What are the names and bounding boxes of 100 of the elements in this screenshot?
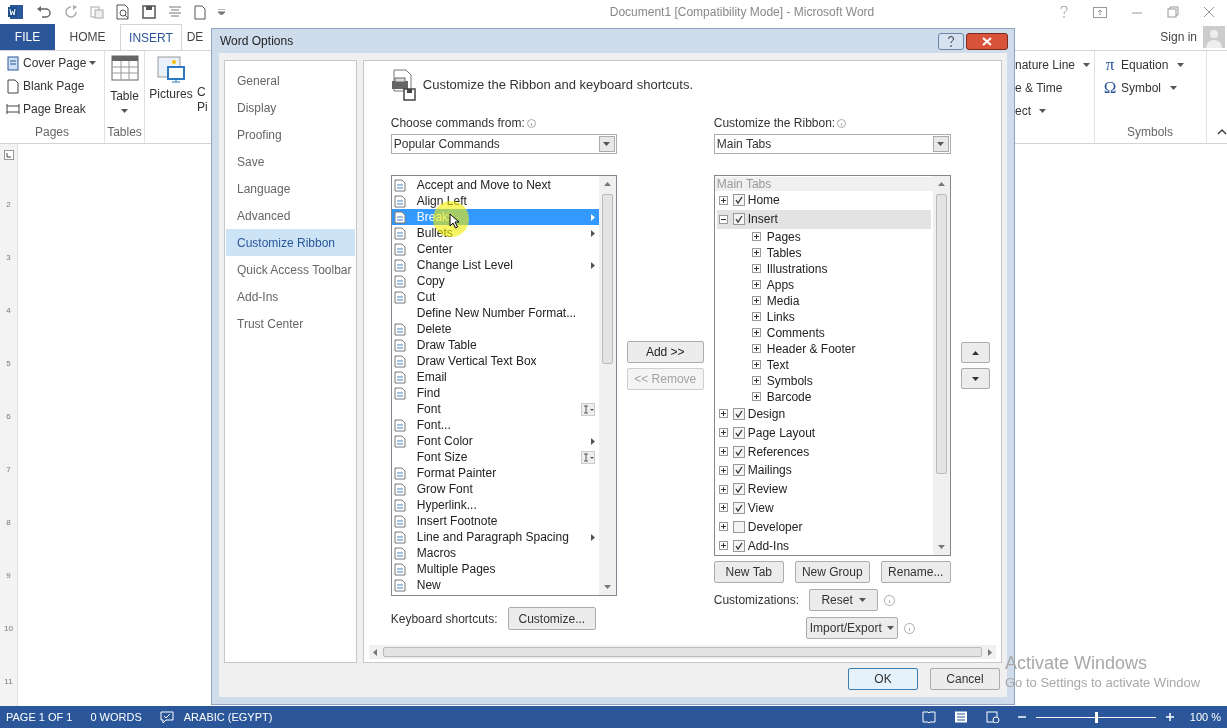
- tree-item[interactable]: View: [716, 498, 931, 518]
- scroll-up-icon[interactable]: [603, 182, 611, 186]
- scroll-right-icon[interactable]: [988, 648, 992, 656]
- tree-item[interactable]: Illustrations: [716, 260, 933, 277]
- tree-item[interactable]: Developer: [716, 517, 931, 537]
- ribbon-button-label[interactable]: nature Line: [1015, 56, 1076, 74]
- ruler-tab-icon[interactable]: [3, 150, 14, 160]
- zoom-out-icon[interactable]: [1017, 713, 1026, 721]
- zoom-level[interactable]: 100 %: [1189, 708, 1221, 726]
- expand-icon[interactable]: [718, 484, 728, 494]
- ribbon-tab[interactable]: DE: [182, 24, 208, 50]
- checkbox[interactable]: [732, 194, 745, 207]
- command-item[interactable]: Change List Level: [391, 257, 599, 273]
- move-up-button[interactable]: [960, 342, 990, 363]
- tree-item[interactable]: Tables: [716, 244, 933, 261]
- command-item[interactable]: Format Painter: [391, 465, 599, 481]
- cancel-button[interactable]: Cancel: [930, 668, 1000, 690]
- expand-icon[interactable]: [751, 264, 761, 274]
- scroll-thumb[interactable]: [382, 647, 982, 657]
- sign-in-link[interactable]: Sign in: [1160, 28, 1197, 46]
- tree-item[interactable]: References: [716, 442, 931, 461]
- command-item[interactable]: Cut: [391, 289, 599, 305]
- dropdown[interactable]: Main Tabs: [713, 134, 951, 154]
- sidebar-item[interactable]: Quick Access Toolbar: [226, 256, 355, 283]
- expand-icon[interactable]: [718, 541, 728, 551]
- checkbox[interactable]: [732, 445, 745, 458]
- sidebar-item[interactable]: Proofing: [226, 121, 355, 148]
- checkbox[interactable]: [732, 213, 745, 226]
- checkbox[interactable]: [732, 464, 745, 477]
- ribbon-button-label[interactable]: Equation: [1121, 56, 1169, 74]
- tree-item[interactable]: Barcode: [716, 388, 933, 405]
- scroll-down-icon[interactable]: [603, 585, 611, 589]
- collapse-ribbon-icon[interactable]: [1217, 129, 1227, 135]
- command-item[interactable]: Insert Footnote: [391, 513, 599, 529]
- ribbon-button-label[interactable]: C: [197, 85, 208, 100]
- ribbon-button-label[interactable]: Page Break: [23, 100, 86, 118]
- command-item[interactable]: Copy: [391, 273, 599, 289]
- tree-item[interactable]: Add-Ins: [716, 536, 931, 555]
- command-item[interactable]: Font: [391, 401, 599, 417]
- web-layout-icon[interactable]: [985, 711, 1000, 723]
- ribbon-button-label[interactable]: Cover Page: [23, 54, 87, 72]
- tree-item[interactable]: Home: [716, 191, 931, 210]
- tree-item[interactable]: Review: [716, 479, 931, 499]
- scrollbar[interactable]: [932, 176, 950, 555]
- page-count[interactable]: PAGE 1 OF 1: [6, 708, 73, 726]
- tree-item[interactable]: Page Layout: [716, 423, 931, 443]
- checkbox[interactable]: [732, 520, 745, 533]
- expand-icon[interactable]: [751, 392, 761, 402]
- scroll-up-icon[interactable]: [937, 182, 945, 186]
- checkbox[interactable]: [732, 408, 745, 420]
- expand-icon[interactable]: [718, 465, 728, 475]
- expand-icon[interactable]: [751, 248, 761, 258]
- checkbox[interactable]: [732, 501, 745, 514]
- ribbon-button-label[interactable]: Symbol: [1121, 79, 1161, 97]
- tree-item[interactable]: Mailings: [716, 461, 931, 480]
- sidebar-item[interactable]: Display: [226, 94, 355, 121]
- tree-item[interactable]: Apps: [716, 276, 933, 293]
- pictures-button[interactable]: Pictures: [149, 85, 193, 103]
- tree-item[interactable]: Text: [716, 356, 933, 373]
- close-button[interactable]: [966, 32, 1008, 50]
- scroll-left-icon[interactable]: [372, 648, 377, 656]
- expand-icon[interactable]: [751, 280, 761, 290]
- checkbox[interactable]: [732, 426, 745, 439]
- expand-icon[interactable]: [751, 296, 761, 306]
- add-button[interactable]: Add >>: [626, 341, 704, 363]
- sidebar-item[interactable]: General: [226, 67, 355, 94]
- command-item[interactable]: Line and Paragraph Spacing: [391, 529, 599, 545]
- checkbox[interactable]: [732, 539, 745, 552]
- expand-icon[interactable]: [751, 312, 761, 322]
- command-item[interactable]: Accept and Move to Next: [391, 177, 599, 193]
- word-count[interactable]: 0 WORDS: [90, 708, 142, 726]
- proofing-icon[interactable]: [159, 711, 174, 723]
- command-item[interactable]: Center: [391, 241, 599, 257]
- checkbox[interactable]: [732, 483, 745, 496]
- expand-icon[interactable]: [751, 376, 761, 386]
- ribbon-button-label[interactable]: e & Time: [1015, 79, 1063, 97]
- new-group-button[interactable]: New Group: [794, 561, 870, 583]
- command-item[interactable]: Multiple Pages: [391, 561, 599, 577]
- expand-icon[interactable]: [751, 360, 761, 370]
- ok-button[interactable]: OK: [848, 668, 918, 690]
- expand-icon[interactable]: [751, 328, 761, 338]
- expand-icon[interactable]: [718, 409, 728, 419]
- tree-item[interactable]: Design: [716, 404, 931, 424]
- tree-item[interactable]: Comments: [716, 324, 933, 341]
- expand-icon[interactable]: [718, 522, 728, 532]
- scroll-down-icon[interactable]: [937, 545, 945, 549]
- ribbon-button-label[interactable]: ect: [1015, 102, 1031, 120]
- tree-item[interactable]: Insert: [716, 209, 931, 229]
- expand-icon[interactable]: [751, 232, 761, 242]
- command-item[interactable]: New: [391, 577, 599, 593]
- command-item[interactable]: Define New Number Format...: [391, 305, 599, 321]
- command-item[interactable]: Delete: [391, 321, 599, 337]
- tree-item[interactable]: Symbols: [716, 372, 933, 389]
- tree-item[interactable]: Media: [716, 292, 933, 309]
- ribbon-tab[interactable]: INSERT: [120, 24, 182, 50]
- ribbon-button-label[interactable]: Pi: [197, 100, 208, 115]
- ribbon-display-icon[interactable]: [1093, 6, 1107, 18]
- zoom-in-icon[interactable]: [1165, 713, 1174, 721]
- scrollbar[interactable]: [598, 176, 616, 595]
- expand-icon[interactable]: [751, 344, 761, 354]
